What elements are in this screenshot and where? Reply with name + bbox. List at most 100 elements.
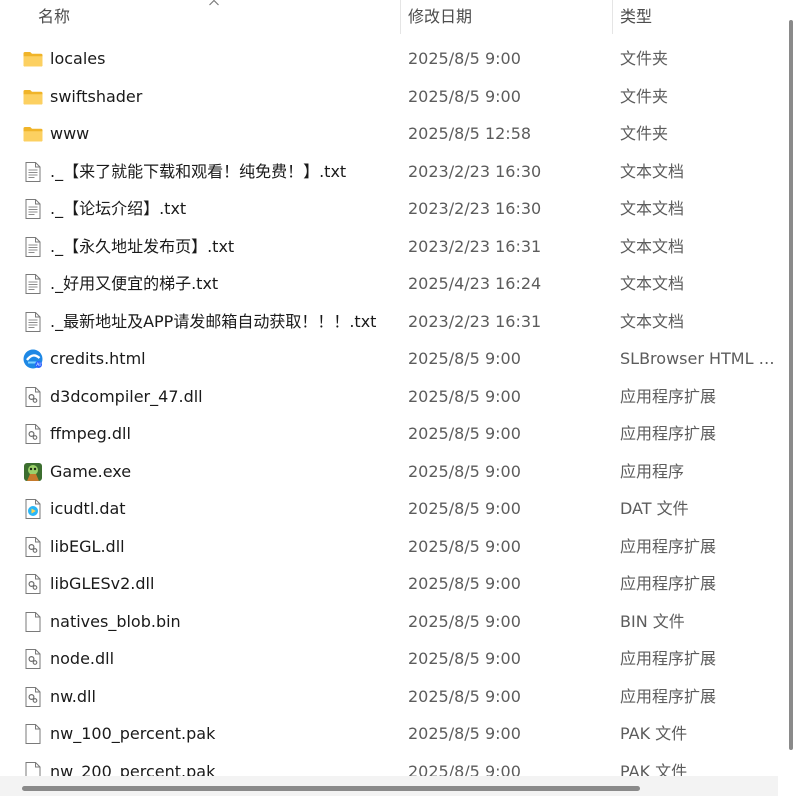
file-date-modified: 2025/8/5 9:00 <box>408 686 521 706</box>
file-name: ._好用又便宜的梯子.txt <box>50 274 219 293</box>
file-type: 应用程序 <box>620 461 685 481</box>
browser-html-icon: AI <box>22 348 44 370</box>
column-header-type[interactable]: 类型 <box>612 0 778 34</box>
file-row[interactable]: libEGL.dll 2025/8/5 9:00 应用程序扩展 <box>0 528 778 566</box>
file-date-modified: 2025/8/5 9:00 <box>408 386 521 406</box>
file-type: 文件夹 <box>620 124 669 143</box>
file-explorer-view: 名称 修改日期 类型 locales 2025/8/5 9:00 文件夹 swifts… <box>0 0 800 796</box>
file-type: 应用程序扩展 <box>620 424 717 443</box>
file-row[interactable]: libGLESv2.dll 2025/8/5 9:00 应用程序扩展 <box>0 565 778 603</box>
file-date-modified: 2023/2/23 16:30 <box>408 161 542 181</box>
file-name: node.dll <box>50 649 115 668</box>
vertical-scrollbar[interactable] <box>778 0 800 776</box>
file-name: swiftshader <box>50 86 143 106</box>
file-name: ._最新地址及APP请发邮箱自动获取！！！.txt <box>50 311 377 331</box>
file-type: 应用程序扩展 <box>620 386 717 406</box>
file-type: 文本文档 <box>620 236 685 256</box>
file-row[interactable]: nw_100_percent.pak 2025/8/5 9:00 PAK 文件 <box>0 715 778 753</box>
file-type: 应用程序扩展 <box>620 686 717 706</box>
file-name: www <box>50 124 90 143</box>
file-type: DAT 文件 <box>620 499 689 518</box>
horizontal-scrollbar[interactable] <box>0 776 800 796</box>
blank-file-icon <box>22 611 44 633</box>
file-name: libGLESv2.dll <box>50 574 155 593</box>
file-type: PAK 文件 <box>620 724 688 743</box>
game-exe-icon <box>22 461 44 483</box>
file-type: 文本文档 <box>620 161 685 181</box>
text-file-icon <box>22 311 44 333</box>
file-row[interactable]: ._好用又便宜的梯子.txt 2025/4/23 16:24 文本文档 <box>0 265 778 303</box>
file-row[interactable]: Game.exe 2025/8/5 9:00 应用程序 <box>0 453 778 491</box>
file-name: credits.html <box>50 349 146 368</box>
file-type: 应用程序扩展 <box>620 649 717 668</box>
file-name: ._【论坛介绍】.txt <box>50 199 187 218</box>
file-name: ._【永久地址发布页】.txt <box>50 236 235 256</box>
column-header-bar: 名称 修改日期 类型 <box>0 0 778 34</box>
file-date-modified: 2025/8/5 9:00 <box>408 49 521 68</box>
file-name: natives_blob.bin <box>50 611 181 631</box>
column-header-name[interactable]: 名称 <box>0 0 400 34</box>
file-type: SLBrowser HTML D... <box>620 349 776 368</box>
file-row[interactable]: icudtl.dat 2025/8/5 9:00 DAT 文件 <box>0 490 778 528</box>
file-type: 文本文档 <box>620 274 685 293</box>
dll-file-icon <box>22 536 44 558</box>
file-row[interactable]: locales 2025/8/5 9:00 文件夹 <box>0 40 778 78</box>
file-date-modified: 2023/2/23 16:31 <box>408 236 542 256</box>
folder-icon <box>22 48 44 70</box>
vertical-scrollbar-thumb[interactable] <box>789 20 793 750</box>
folder-icon <box>22 123 44 145</box>
file-row[interactable]: natives_blob.bin 2025/8/5 9:00 BIN 文件 <box>0 603 778 641</box>
blank-file-icon <box>22 723 44 745</box>
file-type: BIN 文件 <box>620 611 685 631</box>
file-date-modified: 2025/8/5 9:00 <box>408 536 521 556</box>
file-name: Game.exe <box>50 461 132 481</box>
file-name: locales <box>50 49 106 68</box>
file-type: 文本文档 <box>620 311 685 331</box>
file-name: ffmpeg.dll <box>50 424 131 443</box>
file-name: ._【来了就能下载和观看！纯免费！】.txt <box>50 161 347 181</box>
file-row[interactable]: d3dcompiler_47.dll 2025/8/5 9:00 应用程序扩展 <box>0 378 778 416</box>
file-date-modified: 2025/4/23 16:24 <box>408 274 542 293</box>
file-row[interactable]: swiftshader 2025/8/5 9:00 文件夹 <box>0 78 778 116</box>
file-list: locales 2025/8/5 9:00 文件夹 swiftshader 2025/8… <box>0 40 778 790</box>
file-row[interactable]: AI credits.html 2025/8/5 9:00 SLBrowser HTM… <box>0 340 778 378</box>
file-date-modified: 2025/8/5 9:00 <box>408 724 521 743</box>
text-file-icon <box>22 236 44 258</box>
file-row[interactable]: nw.dll 2025/8/5 9:00 应用程序扩展 <box>0 678 778 716</box>
folder-icon <box>22 86 44 108</box>
file-row[interactable]: ._【来了就能下载和观看！纯免费！】.txt 2023/2/23 16:30 文本文… <box>0 153 778 191</box>
horizontal-scrollbar-track[interactable] <box>0 776 778 796</box>
file-name: d3dcompiler_47.dll <box>50 386 203 406</box>
file-type: 文本文档 <box>620 199 685 218</box>
file-row[interactable]: ._【论坛介绍】.txt 2023/2/23 16:30 文本文档 <box>0 190 778 228</box>
text-file-icon <box>22 273 44 295</box>
dll-file-icon <box>22 423 44 445</box>
media-file-icon <box>22 498 44 520</box>
file-date-modified: 2025/8/5 9:00 <box>408 349 521 368</box>
file-row[interactable]: ffmpeg.dll 2025/8/5 9:00 应用程序扩展 <box>0 415 778 453</box>
text-file-icon <box>22 161 44 183</box>
file-name: icudtl.dat <box>50 499 126 518</box>
svg-text:AI: AI <box>36 362 40 368</box>
file-type: 应用程序扩展 <box>620 536 717 556</box>
file-date-modified: 2023/2/23 16:30 <box>408 199 542 218</box>
file-name: nw_100_percent.pak <box>50 724 216 743</box>
file-row[interactable]: ._最新地址及APP请发邮箱自动获取！！！.txt 2023/2/23 16:31… <box>0 303 778 341</box>
column-header-date-modified[interactable]: 修改日期 <box>400 0 612 34</box>
file-name: libEGL.dll <box>50 536 125 556</box>
file-type: 文件夹 <box>620 86 669 106</box>
file-type: 应用程序扩展 <box>620 574 717 593</box>
file-row[interactable]: www 2025/8/5 12:58 文件夹 <box>0 115 778 153</box>
dll-file-icon <box>22 686 44 708</box>
dll-file-icon <box>22 648 44 670</box>
file-date-modified: 2023/2/23 16:31 <box>408 311 542 331</box>
file-row[interactable]: node.dll 2025/8/5 9:00 应用程序扩展 <box>0 640 778 678</box>
file-date-modified: 2025/8/5 9:00 <box>408 86 521 106</box>
horizontal-scrollbar-thumb[interactable] <box>22 786 640 791</box>
file-date-modified: 2025/8/5 9:00 <box>408 461 521 481</box>
file-date-modified: 2025/8/5 9:00 <box>408 499 521 518</box>
dll-file-icon <box>22 386 44 408</box>
file-row[interactable]: ._【永久地址发布页】.txt 2023/2/23 16:31 文本文档 <box>0 228 778 266</box>
file-date-modified: 2025/8/5 12:58 <box>408 124 532 143</box>
file-name: nw.dll <box>50 686 96 706</box>
